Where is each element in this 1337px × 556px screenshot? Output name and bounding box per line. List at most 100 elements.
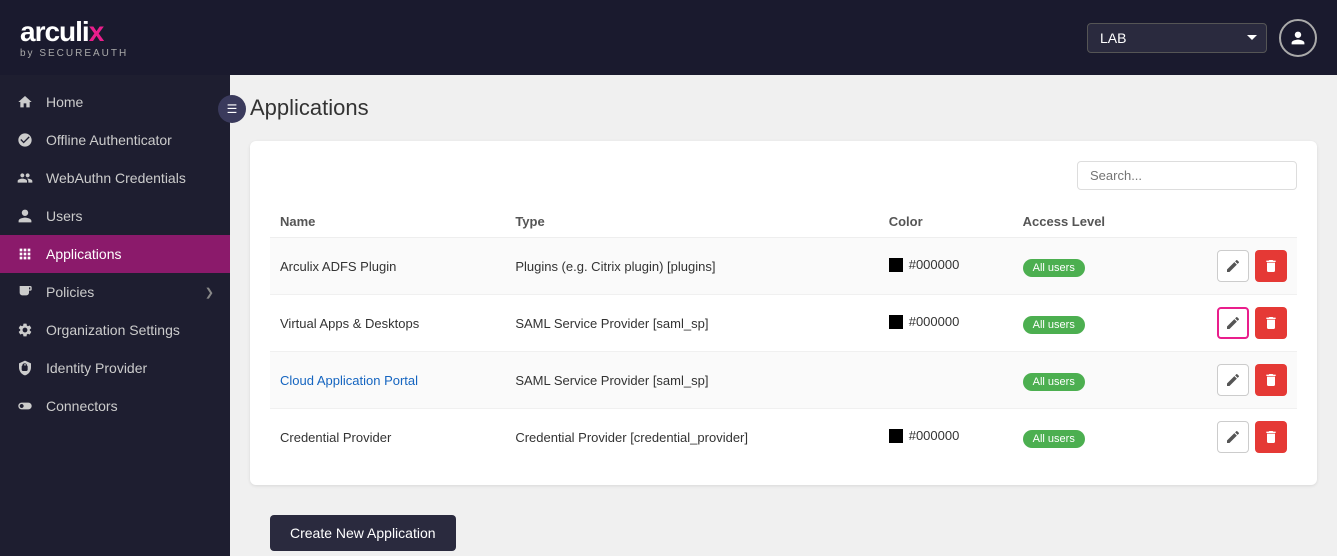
sidebar-item-org-settings-label: Organization Settings bbox=[46, 322, 180, 338]
delete-button[interactable] bbox=[1255, 250, 1287, 282]
trash-icon bbox=[1263, 372, 1279, 388]
user-profile-button[interactable] bbox=[1279, 19, 1317, 57]
identity-provider-icon bbox=[16, 359, 34, 377]
offline-auth-icon bbox=[16, 131, 34, 149]
access-badge: All users bbox=[1023, 316, 1085, 334]
table-row: Credential ProviderCredential Provider [… bbox=[270, 409, 1297, 466]
users-icon bbox=[16, 207, 34, 225]
col-actions bbox=[1164, 206, 1297, 238]
col-name: Name bbox=[270, 206, 505, 238]
sidebar-item-home[interactable]: Home bbox=[0, 83, 230, 121]
search-input[interactable] bbox=[1077, 161, 1297, 190]
edit-button[interactable] bbox=[1217, 250, 1249, 282]
connectors-icon bbox=[16, 397, 34, 415]
trash-icon bbox=[1263, 258, 1279, 274]
row-actions bbox=[1174, 307, 1287, 339]
delete-button[interactable] bbox=[1255, 307, 1287, 339]
sidebar-item-policies[interactable]: Policies ❯ bbox=[0, 273, 230, 311]
sidebar-item-home-label: Home bbox=[46, 94, 83, 110]
color-label: #000000 bbox=[909, 314, 960, 329]
cell-color: #000000 bbox=[879, 295, 1013, 352]
cell-access: All users bbox=[1013, 238, 1164, 295]
color-label: #000000 bbox=[909, 428, 960, 443]
cell-access: All users bbox=[1013, 295, 1164, 352]
delete-button[interactable] bbox=[1255, 364, 1287, 396]
user-icon bbox=[1290, 30, 1306, 46]
cell-color: #000000 bbox=[879, 409, 1013, 466]
page-title: Applications bbox=[250, 95, 1317, 121]
cell-type: Plugins (e.g. Citrix plugin) [plugins] bbox=[505, 238, 878, 295]
edit-button[interactable] bbox=[1217, 307, 1249, 339]
sidebar-item-identity-provider-label: Identity Provider bbox=[46, 360, 147, 376]
table-row: Cloud Application Portal SAML Service Pro… bbox=[270, 352, 1297, 409]
access-badge: All users bbox=[1023, 430, 1085, 448]
row-actions bbox=[1174, 250, 1287, 282]
applications-card: Name Type Color Access Level Arculix ADF… bbox=[250, 141, 1317, 485]
main-layout: ☰ Home Offline Authenticator WebAuthn Cr… bbox=[0, 75, 1337, 556]
policies-arrow-icon: ❯ bbox=[205, 286, 214, 299]
logo: arculix by SECUREAUTH bbox=[20, 16, 128, 59]
sidebar-item-webauthn[interactable]: WebAuthn Credentials bbox=[0, 159, 230, 197]
sidebar: ☰ Home Offline Authenticator WebAuthn Cr… bbox=[0, 75, 230, 556]
access-badge: All users bbox=[1023, 259, 1085, 277]
trash-icon bbox=[1263, 429, 1279, 445]
sidebar-item-offline-label: Offline Authenticator bbox=[46, 132, 172, 148]
col-access: Access Level bbox=[1013, 206, 1164, 238]
color-box bbox=[889, 429, 903, 443]
sidebar-item-users[interactable]: Users bbox=[0, 197, 230, 235]
content-area: Applications Name Type Color Access Leve… bbox=[230, 75, 1337, 556]
logo-text: arculix bbox=[20, 16, 128, 48]
edit-button[interactable] bbox=[1217, 421, 1249, 453]
cell-type: SAML Service Provider [saml_sp] bbox=[505, 295, 878, 352]
sidebar-item-org-settings[interactable]: Organization Settings bbox=[0, 311, 230, 349]
home-icon bbox=[16, 93, 34, 111]
col-color: Color bbox=[879, 206, 1013, 238]
cell-name: Virtual Apps & Desktops bbox=[270, 295, 505, 352]
create-new-application-button[interactable]: Create New Application bbox=[270, 515, 456, 551]
color-label: #000000 bbox=[909, 257, 960, 272]
sidebar-item-applications-label: Applications bbox=[46, 246, 122, 262]
cell-type: SAML Service Provider [saml_sp] bbox=[505, 352, 878, 409]
access-badge: All users bbox=[1023, 373, 1085, 391]
sidebar-item-users-label: Users bbox=[46, 208, 83, 224]
edit-button[interactable] bbox=[1217, 364, 1249, 396]
col-type: Type bbox=[505, 206, 878, 238]
app-name-link[interactable]: Cloud Application Portal bbox=[280, 373, 418, 388]
sidebar-item-identity-provider[interactable]: Identity Provider bbox=[0, 349, 230, 387]
color-swatch: #000000 bbox=[889, 257, 960, 272]
sidebar-collapse-button[interactable]: ☰ bbox=[218, 95, 246, 123]
cell-color: #000000 bbox=[879, 238, 1013, 295]
row-actions bbox=[1174, 364, 1287, 396]
cell-actions bbox=[1164, 409, 1297, 466]
cell-name: Cloud Application Portal bbox=[270, 352, 505, 409]
sidebar-item-connectors-label: Connectors bbox=[46, 398, 118, 414]
sidebar-item-connectors[interactable]: Connectors bbox=[0, 387, 230, 425]
sidebar-item-offline-auth[interactable]: Offline Authenticator bbox=[0, 121, 230, 159]
applications-table: Name Type Color Access Level Arculix ADF… bbox=[270, 206, 1297, 465]
trash-icon bbox=[1263, 315, 1279, 331]
delete-button[interactable] bbox=[1255, 421, 1287, 453]
color-box bbox=[889, 315, 903, 329]
cell-name: Credential Provider bbox=[270, 409, 505, 466]
environment-select[interactable]: LAB PROD DEV bbox=[1087, 23, 1267, 53]
policies-icon bbox=[16, 283, 34, 301]
bottom-bar: Create New Application bbox=[250, 501, 1317, 556]
cell-access: All users bbox=[1013, 409, 1164, 466]
applications-icon bbox=[16, 245, 34, 263]
sidebar-item-policies-label: Policies bbox=[46, 284, 94, 300]
color-box bbox=[889, 258, 903, 272]
row-actions bbox=[1174, 421, 1287, 453]
sidebar-item-applications[interactable]: Applications bbox=[0, 235, 230, 273]
cell-access: All users bbox=[1013, 352, 1164, 409]
pencil-icon bbox=[1225, 372, 1241, 388]
color-swatch: #000000 bbox=[889, 314, 960, 329]
sidebar-item-webauthn-label: WebAuthn Credentials bbox=[46, 170, 186, 186]
cell-actions bbox=[1164, 238, 1297, 295]
pencil-icon bbox=[1225, 429, 1241, 445]
logo-sub: by SECUREAUTH bbox=[20, 48, 128, 59]
webauthn-icon bbox=[16, 169, 34, 187]
table-row: Arculix ADFS PluginPlugins (e.g. Citrix … bbox=[270, 238, 1297, 295]
cell-actions bbox=[1164, 352, 1297, 409]
cell-name: Arculix ADFS Plugin bbox=[270, 238, 505, 295]
cell-actions bbox=[1164, 295, 1297, 352]
